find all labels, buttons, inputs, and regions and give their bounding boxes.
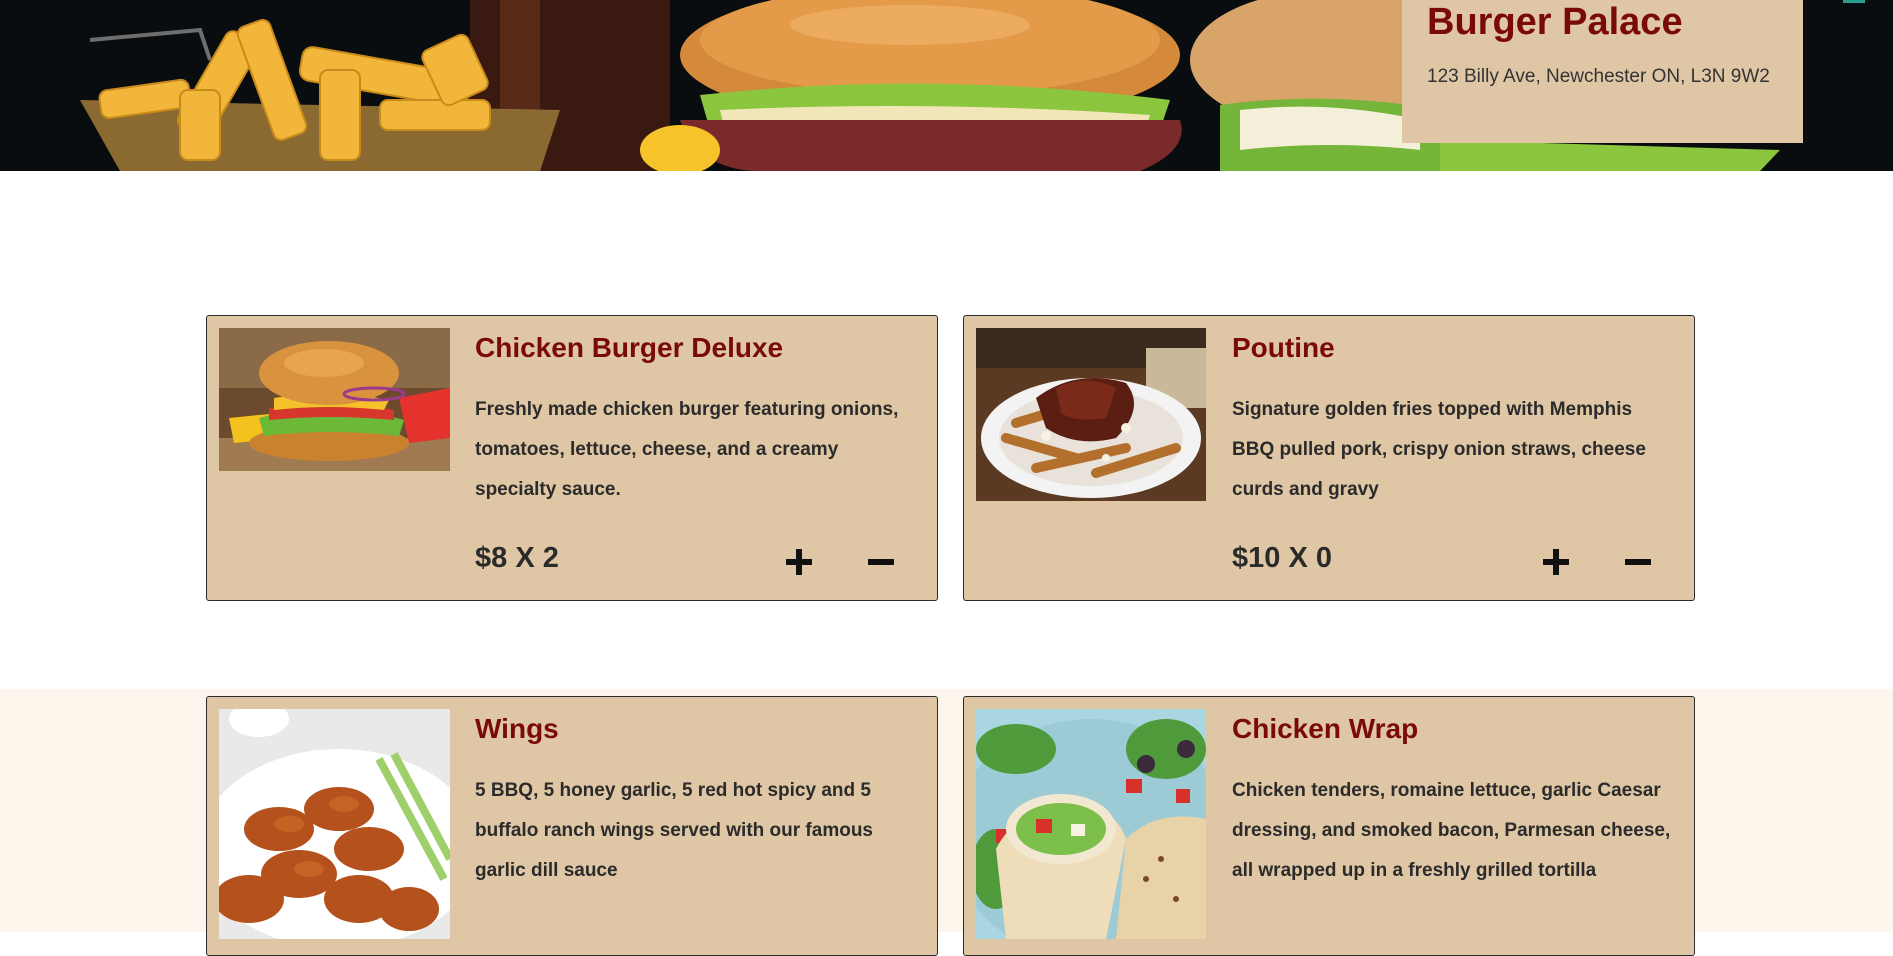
menu-card-poutine: Poutine Signature golden fries topped wi… xyxy=(963,315,1695,601)
remove-item-button[interactable] xyxy=(1620,544,1656,580)
wings-image xyxy=(219,709,450,939)
restaurant-address: 123 Billy Ave, Newchester ON, L3N 9W2 xyxy=(1427,66,1770,87)
restaurant-info-card: Burger Palace 123 Billy Ave, Newchester … xyxy=(1402,0,1803,143)
menu-card-chicken-wrap: Chicken Wrap Chicken tenders, romaine le… xyxy=(963,696,1695,956)
plus-icon xyxy=(786,549,812,575)
plus-icon xyxy=(1543,549,1569,575)
corner-accent xyxy=(1843,0,1865,3)
minus-icon xyxy=(868,559,894,565)
chicken-wrap-image xyxy=(976,709,1206,939)
menu-card-chicken-burger-deluxe: Chicken Burger Deluxe Freshly made chick… xyxy=(206,315,938,601)
menu-item-description: Signature golden fries topped with Memph… xyxy=(1232,399,1646,500)
menu-item-description: Chicken tenders, romaine lettuce, garlic… xyxy=(1232,780,1671,881)
menu-item-title: Poutine xyxy=(1232,332,1335,363)
menu-item-price-quantity: $10 X 0 xyxy=(1232,542,1332,574)
minus-icon xyxy=(1625,559,1651,565)
menu-item-description: 5 BBQ, 5 honey garlic, 5 red hot spicy a… xyxy=(475,780,873,881)
menu-card-wings: Wings 5 BBQ, 5 honey garlic, 5 red hot s… xyxy=(206,696,938,956)
hero-banner: Burger Palace 123 Billy Ave, Newchester … xyxy=(0,0,1893,171)
menu-item-title: Chicken Burger Deluxe xyxy=(475,332,784,363)
restaurant-name: Burger Palace xyxy=(1427,1,1683,43)
add-item-button[interactable] xyxy=(781,544,817,580)
menu-item-title: Chicken Wrap xyxy=(1232,713,1419,744)
remove-item-button[interactable] xyxy=(863,544,899,580)
poutine-image xyxy=(976,328,1206,501)
chicken-burger-image xyxy=(219,328,450,471)
menu-item-title: Wings xyxy=(475,713,559,744)
menu-item-description: Freshly made chicken burger featuring on… xyxy=(475,399,899,500)
menu-item-price-quantity: $8 X 2 xyxy=(475,542,559,574)
add-item-button[interactable] xyxy=(1538,544,1574,580)
